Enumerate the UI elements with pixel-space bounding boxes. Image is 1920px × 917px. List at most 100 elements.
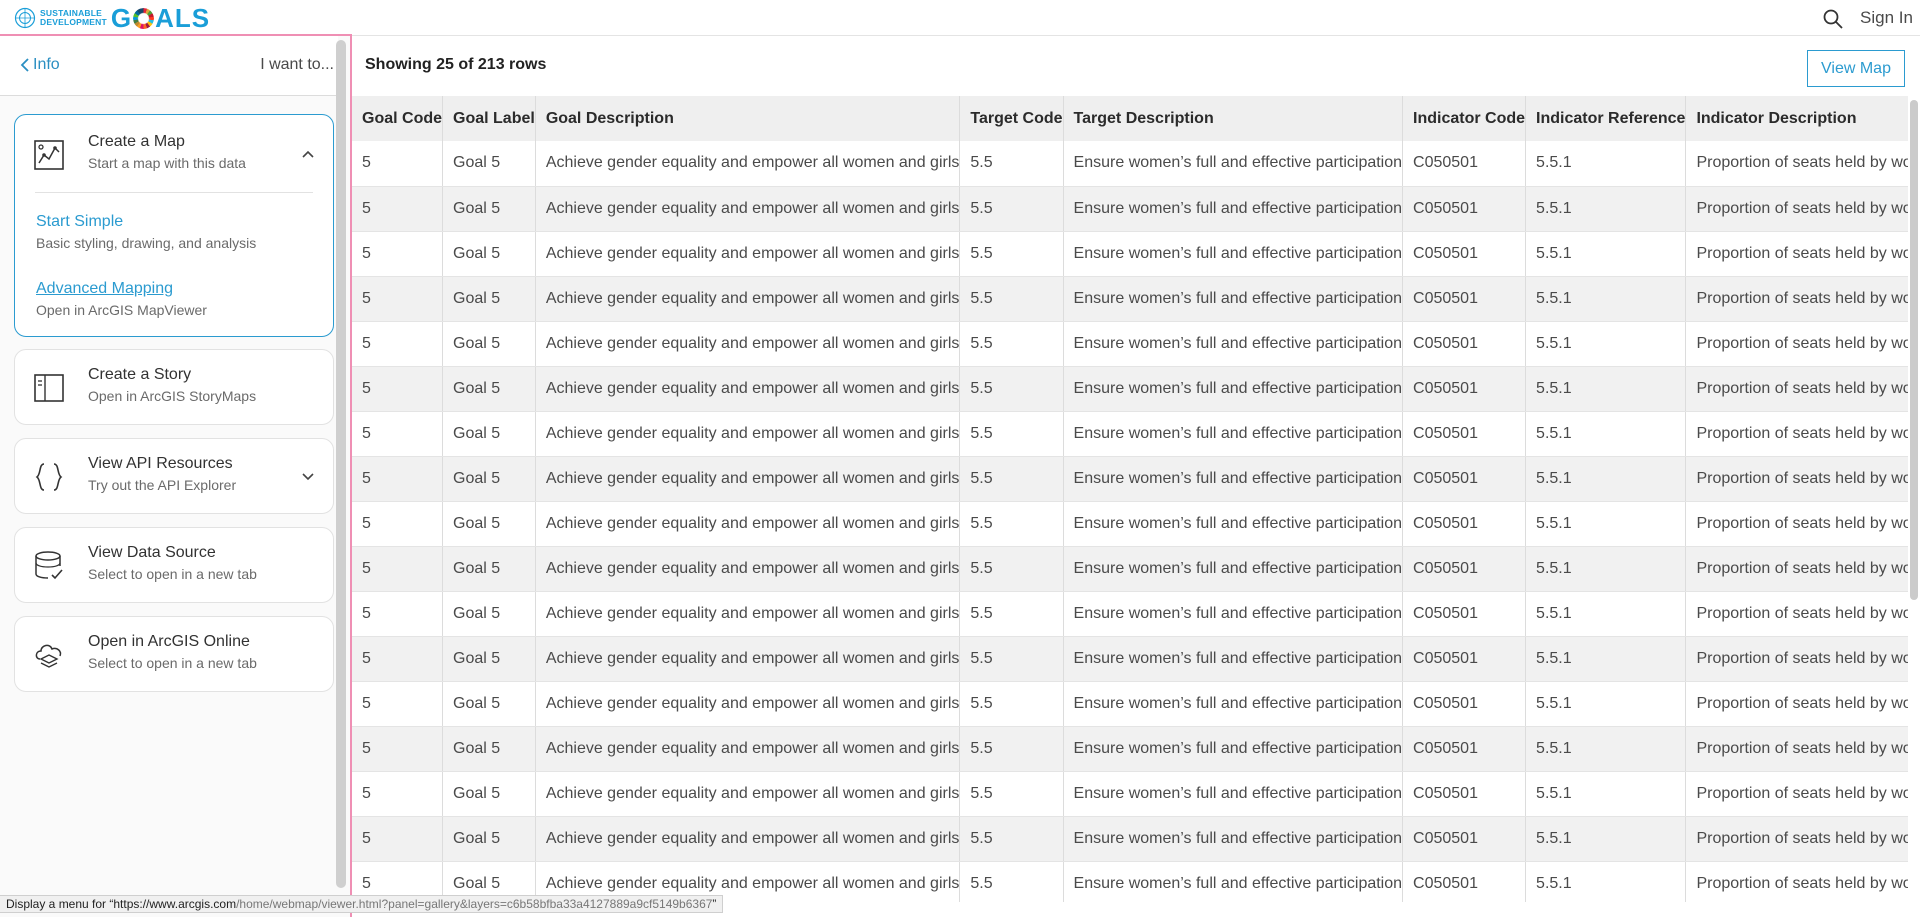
table-scrollbar[interactable]	[1910, 100, 1918, 600]
table-body: 5 Goal 5 Achieve gender equality and empow…	[352, 141, 1908, 902]
cell-target-description: Ensure women’s full and effective partic…	[1063, 546, 1404, 592]
create-map-card[interactable]: Create a Map Start a map with this data …	[14, 114, 334, 337]
table-row[interactable]: 5 Goal 5 Achieve gender equality and empow…	[352, 681, 1908, 727]
cell-target-description: Ensure women’s full and effective partic…	[1063, 501, 1404, 547]
table-row[interactable]: 5 Goal 5 Achieve gender equality and empow…	[352, 321, 1908, 367]
column-header-target-description[interactable]: Target Description	[1063, 96, 1404, 141]
column-header-indicator-reference[interactable]: Indicator Reference	[1525, 96, 1687, 141]
table-row[interactable]: 5 Goal 5 Achieve gender equality and empow…	[352, 591, 1908, 637]
cell-goal-code: 5	[352, 456, 444, 502]
panel-scrollbar[interactable]	[336, 40, 346, 888]
advanced-mapping-link[interactable]: Advanced Mapping	[36, 280, 173, 298]
cell-indicator-reference: 5.5.1	[1525, 231, 1687, 277]
cell-indicator-code: C050501	[1402, 366, 1527, 412]
cell-indicator-description: Proportion of seats held by women	[1685, 276, 1908, 322]
cell-goal-code: 5	[352, 501, 444, 547]
start-simple-link[interactable]: Start Simple	[36, 213, 123, 231]
status-prefix: Display a menu for “	[6, 897, 114, 911]
arcgis-online-card[interactable]: Open in ArcGIS Online Select to open in …	[14, 616, 334, 692]
table-row[interactable]: 5 Goal 5 Achieve gender equality and empow…	[352, 546, 1908, 592]
cell-goal-description: Achieve gender equality and empower all …	[535, 771, 961, 817]
table-row[interactable]: 5 Goal 5 Achieve gender equality and empow…	[352, 276, 1908, 322]
cell-target-description: Ensure women’s full and effective partic…	[1063, 321, 1404, 367]
status-domain: https://www.arcgis.com	[113, 897, 237, 911]
storymap-icon	[34, 374, 64, 402]
cell-indicator-reference: 5.5.1	[1525, 861, 1687, 902]
column-header-goal-code[interactable]: Goal Code	[352, 96, 444, 141]
search-icon[interactable]	[1822, 8, 1844, 30]
cell-indicator-code: C050501	[1402, 456, 1527, 502]
chevron-up-icon[interactable]	[301, 147, 315, 161]
table-row[interactable]: 5 Goal 5 Achieve gender equality and empow…	[352, 141, 1908, 187]
table-row[interactable]: 5 Goal 5 Achieve gender equality and empow…	[352, 411, 1908, 457]
cell-goal-label: Goal 5	[442, 816, 536, 862]
cell-goal-code: 5	[352, 546, 444, 592]
cell-indicator-reference: 5.5.1	[1525, 501, 1687, 547]
cell-goal-label: Goal 5	[442, 276, 536, 322]
logo-goals-als: ALS	[155, 3, 211, 33]
cell-indicator-reference: 5.5.1	[1525, 456, 1687, 502]
data-source-card[interactable]: View Data Source Select to open in a new…	[14, 527, 334, 603]
cell-target-code: 5.5	[959, 726, 1064, 772]
create-story-card[interactable]: Create a Story Open in ArcGIS StoryMaps	[14, 349, 334, 425]
cell-indicator-reference: 5.5.1	[1525, 186, 1687, 232]
data-table-container: Goal Code Goal Label Goal Description Targe…	[352, 96, 1908, 902]
table-row[interactable]: 5 Goal 5 Achieve gender equality and empow…	[352, 366, 1908, 412]
table-row[interactable]: 5 Goal 5 Achieve gender equality and empow…	[352, 771, 1908, 817]
cell-target-description: Ensure women’s full and effective partic…	[1063, 456, 1404, 502]
cell-indicator-reference: 5.5.1	[1525, 726, 1687, 772]
cell-indicator-code: C050501	[1402, 681, 1527, 727]
cell-indicator-code: C050501	[1402, 771, 1527, 817]
table-row[interactable]: 5 Goal 5 Achieve gender equality and empow…	[352, 501, 1908, 547]
view-map-button[interactable]: View Map	[1807, 50, 1905, 87]
cell-indicator-code: C050501	[1402, 861, 1527, 902]
cell-indicator-reference: 5.5.1	[1525, 276, 1687, 322]
cell-goal-description: Achieve gender equality and empower all …	[535, 321, 961, 367]
data-table: Goal Code Goal Label Goal Description Targe…	[352, 96, 1908, 902]
cell-goal-description: Achieve gender equality and empower all …	[535, 501, 961, 547]
cell-indicator-code: C050501	[1402, 231, 1527, 277]
table-row[interactable]: 5 Goal 5 Achieve gender equality and empow…	[352, 186, 1908, 232]
api-resources-card[interactable]: View API Resources Try out the API Explo…	[14, 438, 334, 514]
cell-goal-description: Achieve gender equality and empower all …	[535, 411, 961, 457]
cell-indicator-code: C050501	[1402, 141, 1527, 187]
back-to-info-button[interactable]: Info	[20, 56, 60, 74]
top-bar: SUSTAINABLE DEVELOPMENT G ALS Sign In	[0, 0, 1920, 36]
arcgis-online-title: Open in ArcGIS Online	[88, 633, 250, 650]
cell-goal-label: Goal 5	[442, 186, 536, 232]
cell-goal-code: 5	[352, 816, 444, 862]
column-header-goal-description[interactable]: Goal Description	[535, 96, 961, 141]
table-row[interactable]: 5 Goal 5 Achieve gender equality and empow…	[352, 636, 1908, 682]
data-source-subtitle: Select to open in a new tab	[88, 566, 257, 582]
chevron-down-icon[interactable]	[301, 470, 315, 484]
sign-in-link[interactable]: Sign In	[1860, 8, 1913, 28]
cell-indicator-description: Proportion of seats held by women	[1685, 501, 1908, 547]
status-suffix: ”	[712, 897, 717, 911]
cell-indicator-code: C050501	[1402, 726, 1527, 772]
cell-indicator-code: C050501	[1402, 411, 1527, 457]
column-header-target-code[interactable]: Target Code	[959, 96, 1064, 141]
cell-goal-description: Achieve gender equality and empower all …	[535, 141, 961, 187]
table-row[interactable]: 5 Goal 5 Achieve gender equality and empow…	[352, 231, 1908, 277]
cell-target-code: 5.5	[959, 366, 1064, 412]
cell-target-code: 5.5	[959, 861, 1064, 902]
column-header-indicator-code[interactable]: Indicator Code	[1402, 96, 1527, 141]
cell-goal-description: Achieve gender equality and empower all …	[535, 186, 961, 232]
cell-indicator-description: Proportion of seats held by women	[1685, 726, 1908, 772]
table-row[interactable]: 5 Goal 5 Achieve gender equality and empow…	[352, 816, 1908, 862]
column-header-indicator-description[interactable]: Indicator Description	[1685, 96, 1908, 141]
logo-goals: G ALS	[111, 5, 210, 31]
cell-target-description: Ensure women’s full and effective partic…	[1063, 681, 1404, 727]
column-header-goal-label[interactable]: Goal Label	[442, 96, 536, 141]
cell-target-code: 5.5	[959, 141, 1064, 187]
un-emblem-icon	[14, 7, 36, 29]
table-row[interactable]: 5 Goal 5 Achieve gender equality and empow…	[352, 726, 1908, 772]
cell-target-code: 5.5	[959, 276, 1064, 322]
cell-target-description: Ensure women’s full and effective partic…	[1063, 726, 1404, 772]
cell-goal-description: Achieve gender equality and empower all …	[535, 816, 961, 862]
cell-indicator-code: C050501	[1402, 636, 1527, 682]
create-story-subtitle: Open in ArcGIS StoryMaps	[88, 388, 257, 404]
cell-indicator-description: Proportion of seats held by women	[1685, 321, 1908, 367]
table-row[interactable]: 5 Goal 5 Achieve gender equality and empow…	[352, 456, 1908, 502]
sdg-logo[interactable]: SUSTAINABLE DEVELOPMENT G ALS	[14, 5, 210, 31]
